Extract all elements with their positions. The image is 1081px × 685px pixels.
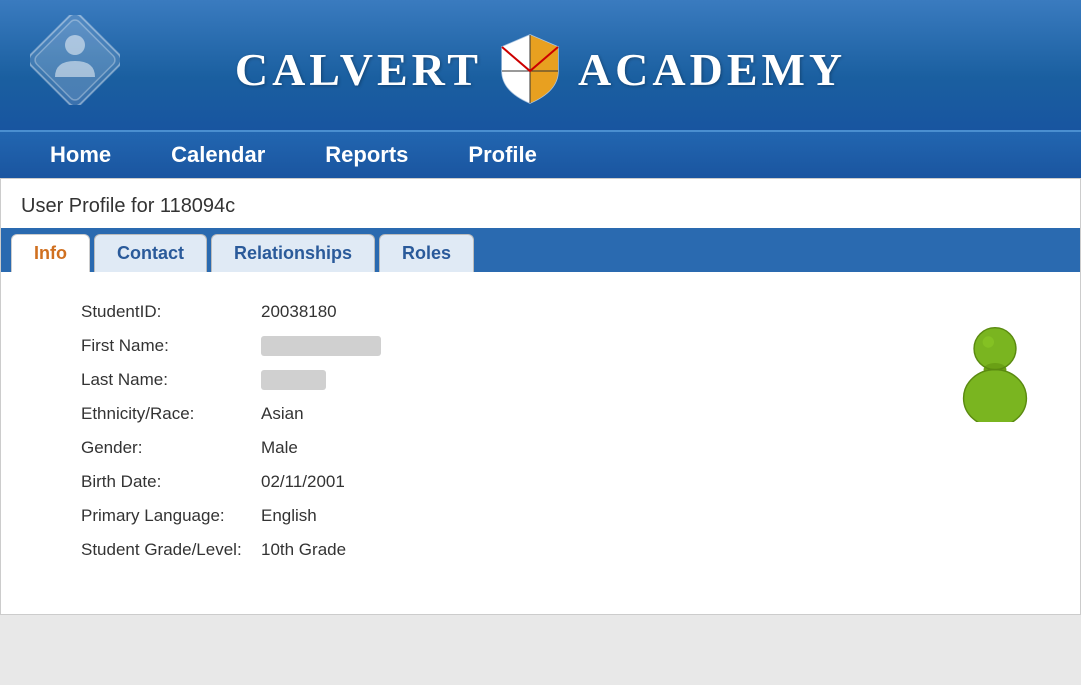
logo-container xyxy=(30,15,120,110)
field-label-birthdate: Birth Date: xyxy=(81,472,261,492)
field-row-firstname: First Name: xyxy=(81,336,910,356)
avatar-container xyxy=(950,302,1040,574)
field-label-firstname: First Name: xyxy=(81,336,261,356)
field-row-grade: Student Grade/Level: 10th Grade xyxy=(81,540,910,560)
field-value-birthdate: 02/11/2001 xyxy=(261,472,345,492)
field-label-language: Primary Language: xyxy=(81,506,261,526)
field-row-language: Primary Language: English xyxy=(81,506,910,526)
field-row-studentid: StudentID: 20038180 xyxy=(81,302,910,322)
field-row-birthdate: Birth Date: 02/11/2001 xyxy=(81,472,910,492)
field-value-ethnicity: Asian xyxy=(261,404,304,424)
field-value-lastname-blurred xyxy=(261,370,326,390)
tab-roles-label: Roles xyxy=(402,243,451,263)
field-label-grade: Student Grade/Level: xyxy=(81,540,261,560)
profile-content: StudentID: 20038180 First Name: Last Nam… xyxy=(1,272,1080,614)
nav-item-home[interactable]: Home xyxy=(20,132,141,178)
nav-item-calendar[interactable]: Calendar xyxy=(141,132,295,178)
site-header: CALVERT ACADEMY xyxy=(0,0,1081,130)
field-row-ethnicity: Ethnicity/Race: Asian xyxy=(81,404,910,424)
header-title-right: ACADEMY xyxy=(578,43,846,96)
tab-info[interactable]: Info xyxy=(11,234,90,272)
field-label-gender: Gender: xyxy=(81,438,261,458)
nav-item-profile[interactable]: Profile xyxy=(438,132,566,178)
header-title-left: CALVERT xyxy=(235,43,482,96)
tab-contact-label: Contact xyxy=(117,243,184,263)
diamond-logo-icon xyxy=(30,15,120,105)
tab-roles[interactable]: Roles xyxy=(379,234,474,272)
tab-relationships-label: Relationships xyxy=(234,243,352,263)
tab-relationships[interactable]: Relationships xyxy=(211,234,375,272)
profile-fields: StudentID: 20038180 First Name: Last Nam… xyxy=(81,302,910,574)
field-value-language: English xyxy=(261,506,317,526)
field-value-gender: Male xyxy=(261,438,298,458)
field-value-studentid: 20038180 xyxy=(261,302,337,322)
main-content: User Profile for 118094c Info Contact Re… xyxy=(0,178,1081,615)
field-value-firstname-blurred xyxy=(261,336,381,356)
header-title: CALVERT ACADEMY xyxy=(235,33,846,105)
nav-item-reports[interactable]: Reports xyxy=(295,132,438,178)
shield-icon xyxy=(500,33,560,105)
tab-contact[interactable]: Contact xyxy=(94,234,207,272)
navigation-bar: Home Calendar Reports Profile xyxy=(0,130,1081,178)
page-title: User Profile for 118094c xyxy=(1,179,1080,228)
field-row-lastname: Last Name: xyxy=(81,370,910,390)
person-avatar-icon xyxy=(950,322,1040,422)
field-label-studentid: StudentID: xyxy=(81,302,261,322)
tab-info-label: Info xyxy=(34,243,67,263)
field-label-ethnicity: Ethnicity/Race: xyxy=(81,404,261,424)
field-value-grade: 10th Grade xyxy=(261,540,346,560)
field-label-lastname: Last Name: xyxy=(81,370,261,390)
field-row-gender: Gender: Male xyxy=(81,438,910,458)
tabs-container: Info Contact Relationships Roles xyxy=(1,228,1080,272)
